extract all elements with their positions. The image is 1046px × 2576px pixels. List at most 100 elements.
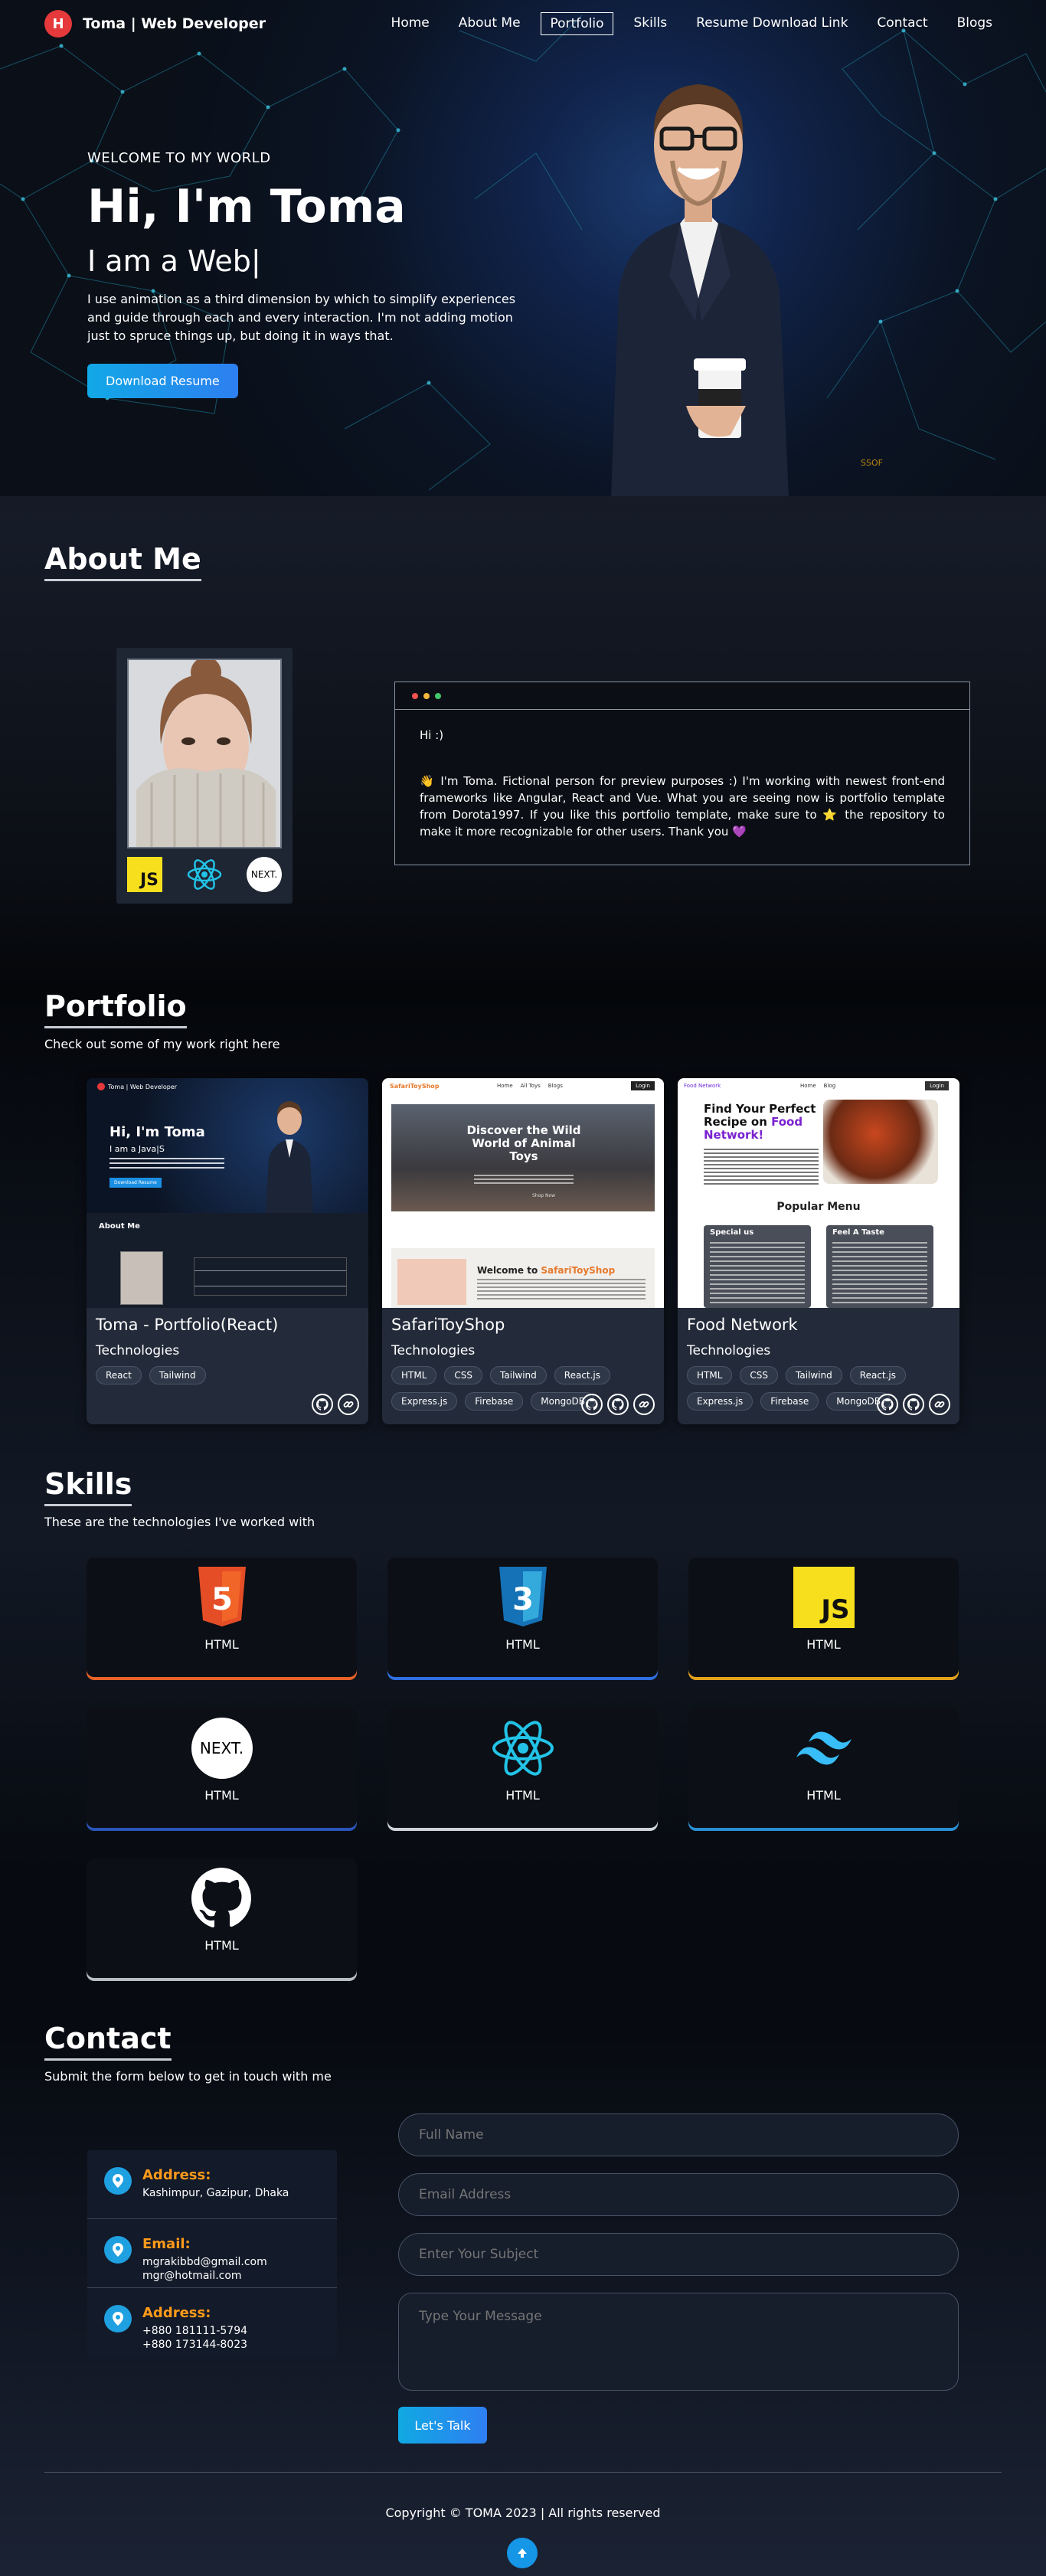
project-tech-heading: Technologies xyxy=(391,1343,476,1358)
skill-card-react: HTML xyxy=(387,1708,658,1828)
hero-role: I am a Web| xyxy=(87,244,261,278)
about-title: About Me xyxy=(44,542,201,581)
contact-value[interactable]: mgr@hotmail.com xyxy=(142,2269,267,2283)
project-screenshot: Toma | Web Developer Hi, I'm Toma I am a… xyxy=(87,1078,368,1308)
project-links xyxy=(581,1394,655,1415)
project-tech-heading: Technologies xyxy=(687,1343,771,1358)
logo-icon: H xyxy=(44,10,72,38)
skill-name: HTML xyxy=(806,1637,841,1652)
project-title: Food Network xyxy=(687,1316,798,1334)
project-info: Toma - Portfolio(React) Technologies Rea… xyxy=(87,1308,368,1392)
shot-link: Home xyxy=(497,1083,513,1089)
arrow-up-icon xyxy=(518,2548,527,2558)
project-tags: React Tailwind xyxy=(96,1366,287,1384)
link-icon[interactable] xyxy=(929,1394,950,1415)
shot-hero-text: Discover the Wild World of Animal Toys xyxy=(466,1123,581,1163)
contact-label: Address: xyxy=(142,2167,211,2183)
link-icon[interactable] xyxy=(338,1394,359,1415)
skill-name: HTML xyxy=(806,1788,841,1803)
project-title: SafariToyShop xyxy=(391,1316,505,1334)
contact-email: Email: mgrakibbd@gmail.com mgr@hotmail.c… xyxy=(87,2219,337,2288)
about-bio: 👋 I'm Toma. Fictional person for preview… xyxy=(420,774,945,839)
hero-section: WELCOME TO MY WORLD Hi, I'm Toma I am a … xyxy=(0,0,1046,496)
portfolio-card-safaritoyshop[interactable]: SafariToyShop Home All Toys Blogs Login … xyxy=(382,1078,664,1424)
logo[interactable]: H Toma | Web Developer xyxy=(44,10,266,38)
tag: Tailwind xyxy=(149,1366,206,1384)
profile-photo xyxy=(127,659,282,848)
portfolio-subtitle: Check out some of my work right here xyxy=(44,1037,280,1051)
nav-contact[interactable]: Contact xyxy=(868,12,936,35)
tag: Firebase xyxy=(760,1392,819,1411)
contact-label: Address: xyxy=(142,2305,211,2321)
github-client-icon[interactable] xyxy=(877,1394,898,1415)
tag: CSS xyxy=(444,1366,483,1384)
tag: React.js xyxy=(554,1366,611,1384)
github-server-icon[interactable] xyxy=(607,1394,629,1415)
minimize-dot-icon xyxy=(423,692,430,699)
html5-icon: 5 xyxy=(198,1567,246,1626)
link-icon[interactable] xyxy=(633,1394,655,1415)
github-client-icon[interactable] xyxy=(581,1394,603,1415)
scroll-top-button[interactable] xyxy=(507,2538,538,2568)
hero-text: WELCOME TO MY WORLD Hi, I'm Toma I am a … xyxy=(87,150,524,398)
project-tech-heading: Technologies xyxy=(96,1343,180,1358)
portfolio-card-toma[interactable]: Toma | Web Developer Hi, I'm Toma I am a… xyxy=(87,1078,368,1424)
skill-card-javascript: JS HTML xyxy=(688,1558,959,1677)
about-tech-icons: JS NEXT. xyxy=(127,856,282,893)
terminal-titlebar xyxy=(395,682,969,710)
lets-talk-button[interactable]: Let's Talk xyxy=(398,2407,487,2444)
shot-role: I am a Java|S xyxy=(110,1144,165,1154)
maximize-dot-icon xyxy=(435,692,441,699)
nav-blogs[interactable]: Blogs xyxy=(948,12,1002,35)
github-server-icon[interactable] xyxy=(903,1394,924,1415)
message-textarea[interactable] xyxy=(398,2293,959,2391)
css3-glyph: 3 xyxy=(512,1582,534,1617)
page: WELCOME TO MY WORLD Hi, I'm Toma I am a … xyxy=(0,0,1046,2576)
tailwind-icon xyxy=(796,1731,852,1765)
contact-value: +880 173144-8023 xyxy=(142,2339,248,2351)
tag: HTML xyxy=(687,1366,733,1384)
contact-value[interactable]: mgrakibbd@gmail.com xyxy=(142,2255,267,2269)
location-pin-icon xyxy=(104,2305,132,2332)
nav-portfolio[interactable]: Portfolio xyxy=(540,12,614,35)
tag: CSS xyxy=(740,1366,779,1384)
tag: HTML xyxy=(391,1366,437,1384)
skill-name: HTML xyxy=(204,1788,239,1803)
skill-name: HTML xyxy=(505,1637,540,1652)
footer-divider xyxy=(44,2472,1002,2473)
hero-portrait xyxy=(611,84,789,496)
tag: React.js xyxy=(849,1366,907,1384)
nav-skills[interactable]: Skills xyxy=(624,12,676,35)
download-resume-button[interactable]: Download Resume xyxy=(87,364,238,398)
close-dot-icon xyxy=(412,692,418,699)
shot-link: All Toys xyxy=(520,1083,541,1089)
copyright: Copyright © TOMA 2023 | All rights reser… xyxy=(385,2506,661,2520)
portfolio-card-foodnetwork[interactable]: Food Network Home Blog Login Find Your P… xyxy=(678,1078,959,1424)
subject-input[interactable] xyxy=(398,2233,959,2276)
email-input[interactable] xyxy=(398,2173,959,2216)
shot-login: Login xyxy=(631,1081,655,1090)
nav-home[interactable]: Home xyxy=(382,12,439,35)
skills-subtitle: These are the technologies I've worked w… xyxy=(44,1515,315,1529)
about-greeting: Hi :) xyxy=(420,728,444,742)
javascript-icon: JS xyxy=(793,1567,855,1628)
contact-subtitle: Submit the form below to get in touch wi… xyxy=(44,2069,332,2084)
skill-card-tailwind: HTML xyxy=(688,1708,959,1828)
shot-greeting: Hi, I'm Toma xyxy=(110,1124,205,1140)
shot-download-button: Download Resume xyxy=(110,1178,162,1188)
shot-menu-item: Special us xyxy=(710,1228,754,1237)
github-icon[interactable] xyxy=(312,1394,333,1415)
contact-value: +880 181111-5794 xyxy=(142,2325,248,2337)
project-title: Toma - Portfolio(React) xyxy=(96,1316,279,1334)
skill-card-nextjs: NEXT. HTML xyxy=(87,1708,357,1828)
react-icon xyxy=(187,859,222,890)
skill-name: HTML xyxy=(204,1938,239,1953)
nextjs-icon: NEXT. xyxy=(247,857,282,892)
shot-brand: Food Network xyxy=(684,1083,721,1089)
nav-resume[interactable]: Resume Download Link xyxy=(687,12,857,35)
nav-about[interactable]: About Me xyxy=(449,12,530,35)
tag: React xyxy=(96,1366,142,1384)
skills-title: Skills xyxy=(44,1467,132,1506)
full-name-input[interactable] xyxy=(398,2113,959,2156)
about-profile-card: JS NEXT. xyxy=(116,648,293,904)
